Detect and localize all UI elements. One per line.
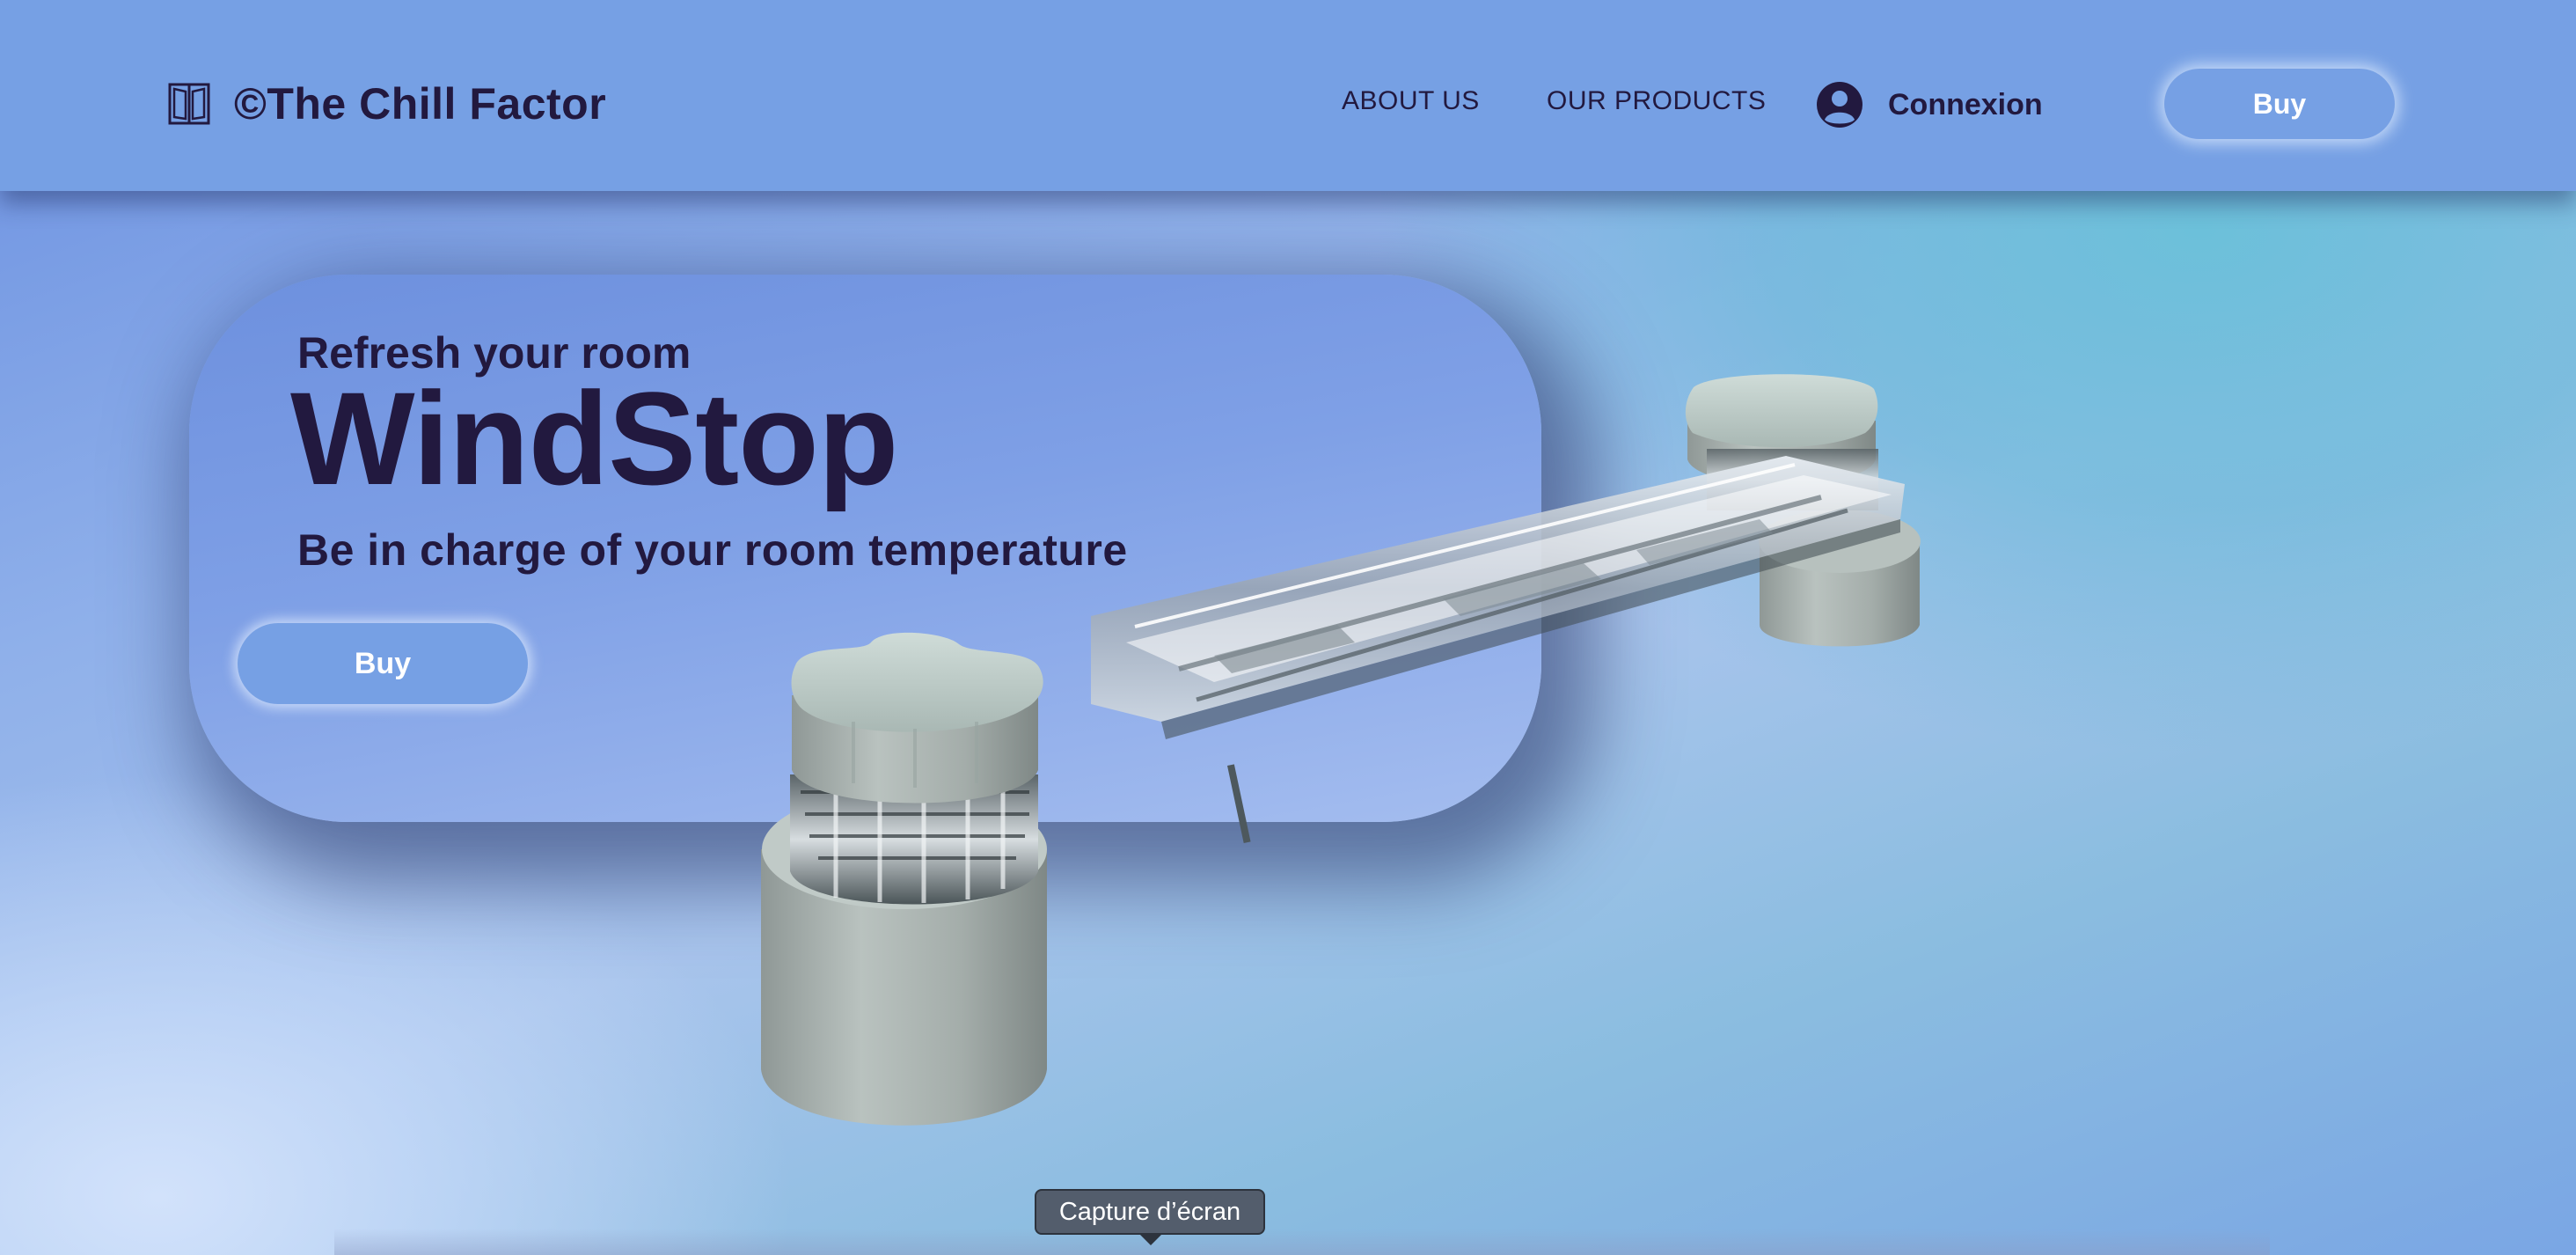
hero-subtitle: Be in charge of your room temperature (297, 525, 1128, 575)
tooltip-arrow (1138, 1233, 1163, 1245)
screenshot-tooltip: Capture d’écran (1035, 1189, 1265, 1235)
brand-name: ©The Chill Factor (234, 79, 607, 128)
bottom-shadow (334, 1229, 2270, 1255)
hero-title: WindStop (290, 364, 898, 512)
window-icon (168, 83, 210, 125)
site-header: ©The Chill Factor ABOUT US OUR PRODUCTS … (0, 0, 2576, 191)
nav-about-us[interactable]: ABOUT US (1342, 86, 1480, 116)
login-link[interactable]: Connexion (1816, 81, 2043, 128)
nav-our-products[interactable]: OUR PRODUCTS (1547, 86, 1766, 116)
header-buy-button[interactable]: Buy (2164, 69, 2395, 139)
user-avatar-icon (1817, 82, 1862, 128)
windstop-product-image (761, 374, 1921, 1126)
hero-buy-button[interactable]: Buy (238, 623, 528, 704)
login-label: Connexion (1888, 87, 2043, 121)
brand[interactable]: ©The Chill Factor (167, 77, 606, 130)
